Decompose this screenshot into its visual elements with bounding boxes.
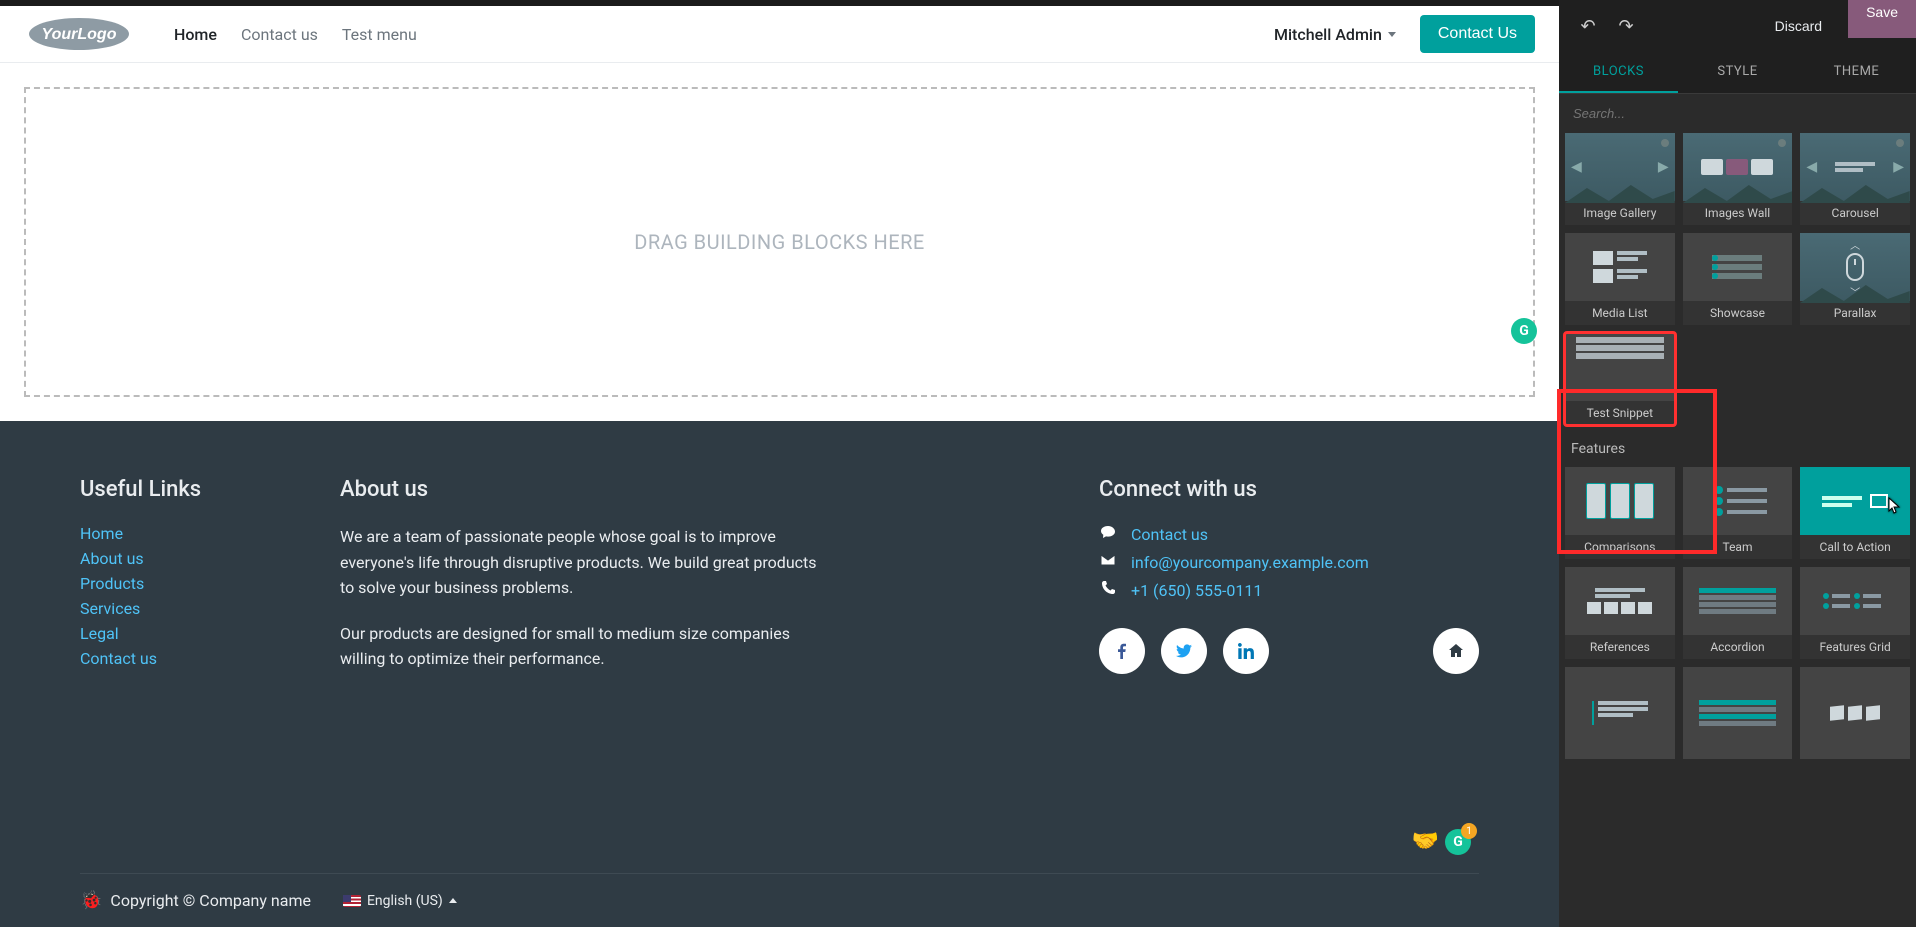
tab-theme[interactable]: THEME (1797, 52, 1916, 93)
connect-contact-link[interactable]: Contact us (1131, 525, 1208, 544)
footer-connect: Connect with us Contact us info@yourcomp… (1099, 477, 1479, 819)
dropzone-hint: DRAG BUILDING BLOCKS HERE (634, 230, 925, 254)
nav-contact-us[interactable]: Contact us (241, 25, 318, 44)
snippet-showcase[interactable]: Showcase (1683, 233, 1793, 325)
footer-link-legal[interactable]: Legal (80, 624, 119, 643)
snippet-search-input[interactable] (1569, 100, 1906, 127)
site-footer: Useful Links Home About us Products Serv… (0, 421, 1559, 927)
footer-link-products[interactable]: Products (80, 574, 144, 593)
panel-topbar: ↶ ↷ Discard Save (1559, 0, 1916, 52)
language-selector[interactable]: English (US) (343, 893, 457, 909)
nav-test-menu[interactable]: Test menu (342, 25, 417, 44)
snippet-carousel[interactable]: ◀▶ Carousel (1800, 133, 1910, 225)
undo-button[interactable]: ↶ (1573, 11, 1603, 41)
useful-links-title: Useful Links (80, 477, 280, 502)
snippet-team[interactable]: Team (1683, 467, 1793, 559)
bug-icon[interactable]: 🐞 (80, 890, 102, 911)
about-title: About us (340, 477, 820, 502)
snippet-row-partial-3[interactable] (1800, 667, 1910, 759)
about-paragraph-1: We are a team of passionate people whose… (340, 524, 820, 601)
snippet-row-partial-1[interactable] (1565, 667, 1675, 759)
website-editor-stage: YourLogo Home Contact us Test menu Mitch… (0, 0, 1559, 927)
snippet-label: Image Gallery (1565, 201, 1675, 225)
svg-text:YourLogo: YourLogo (42, 26, 117, 43)
user-menu[interactable]: Mitchell Admin (1274, 25, 1396, 44)
snippet-label: Media List (1565, 301, 1675, 325)
snippet-group-title-features: Features (1565, 425, 1910, 467)
flag-us-icon (343, 895, 361, 907)
snippet-images-wall[interactable]: Images Wall (1683, 133, 1793, 225)
snippet-label: Parallax (1800, 301, 1910, 325)
snippet-comparisons[interactable]: Comparisons (1565, 467, 1675, 559)
site-topnav: YourLogo Home Contact us Test menu Mitch… (0, 6, 1559, 63)
copyright-text: Copyright © Company name (110, 891, 311, 910)
snippet-label: Features Grid (1800, 635, 1910, 659)
snippet-row-partial-2[interactable] (1683, 667, 1793, 759)
editor-canvas[interactable]: DRAG BUILDING BLOCKS HERE G (0, 63, 1559, 421)
dropzone[interactable]: DRAG BUILDING BLOCKS HERE (24, 87, 1535, 397)
footer-about: About us We are a team of passionate peo… (340, 477, 820, 819)
twitter-icon[interactable] (1161, 628, 1207, 674)
snippet-accordion[interactable]: Accordion (1683, 567, 1793, 659)
snippet-label: References (1565, 635, 1675, 659)
snippet-label: Test Snippet (1565, 401, 1675, 425)
language-label: English (US) (367, 893, 443, 909)
snippet-references[interactable]: References (1565, 567, 1675, 659)
panel-tabs: BLOCKS STYLE THEME (1559, 52, 1916, 94)
connect-title: Connect with us (1099, 477, 1479, 502)
linkedin-icon[interactable] (1223, 628, 1269, 674)
tab-blocks[interactable]: BLOCKS (1559, 52, 1678, 93)
contact-us-button[interactable]: Contact Us (1420, 15, 1535, 53)
grammarly-counter[interactable]: G 1 (1445, 829, 1471, 855)
footer-link-home[interactable]: Home (80, 524, 123, 543)
tab-style[interactable]: STYLE (1678, 52, 1797, 93)
phone-icon (1099, 580, 1117, 600)
facebook-icon[interactable] (1099, 628, 1145, 674)
editor-side-panel: ↶ ↷ Discard Save BLOCKS STYLE THEME ◀▶ I… (1559, 0, 1916, 927)
grammarly-count-badge: 1 (1461, 823, 1477, 839)
footer-copyright-bar: 🐞 Copyright © Company name English (US) (80, 873, 1479, 927)
snippet-label: Team (1683, 535, 1793, 559)
connect-email-link[interactable]: info@yourcompany.example.com (1131, 553, 1369, 572)
user-name: Mitchell Admin (1274, 25, 1382, 44)
snippet-label: Carousel (1800, 201, 1910, 225)
speech-bubble-icon (1099, 524, 1117, 544)
snippet-label: Images Wall (1683, 201, 1793, 225)
connect-phone-link[interactable]: +1 (650) 555-0111 (1131, 581, 1262, 600)
snippet-image-gallery[interactable]: ◀▶ Image Gallery (1565, 133, 1675, 225)
footer-useful-links: Useful Links Home About us Products Serv… (80, 477, 280, 819)
nav-home[interactable]: Home (174, 25, 217, 44)
snippet-list[interactable]: ◀▶ Image Gallery Images Wall ◀▶ Carousel… (1559, 133, 1916, 927)
about-paragraph-2: Our products are designed for small to m… (340, 621, 820, 672)
snippet-call-to-action[interactable]: Call to Action (1800, 467, 1910, 559)
caret-down-icon (1388, 32, 1396, 37)
snippet-label: Call to Action (1800, 535, 1910, 559)
save-button[interactable]: Save (1848, 0, 1916, 38)
snippet-label: Showcase (1683, 301, 1793, 325)
footer-link-contact[interactable]: Contact us (80, 649, 157, 668)
discard-button[interactable]: Discard (1763, 10, 1834, 42)
home-icon[interactable] (1433, 628, 1479, 674)
handshake-icon[interactable]: 🤝 (1412, 829, 1439, 855)
site-logo[interactable]: YourLogo (24, 15, 134, 53)
snippet-label: Accordion (1683, 635, 1793, 659)
snippet-label: Comparisons (1565, 535, 1675, 559)
snippet-test-snippet[interactable]: Test Snippet (1565, 333, 1675, 425)
grammarly-icon[interactable]: G (1511, 318, 1537, 344)
snippet-features-grid[interactable]: Features Grid (1800, 567, 1910, 659)
redo-button[interactable]: ↷ (1611, 11, 1641, 41)
footer-link-about[interactable]: About us (80, 549, 144, 568)
snippet-parallax[interactable]: ︿﹀ Parallax (1800, 233, 1910, 325)
caret-up-icon (449, 898, 457, 903)
envelope-icon (1099, 552, 1117, 572)
footer-link-services[interactable]: Services (80, 599, 140, 618)
snippet-media-list[interactable]: Media List (1565, 233, 1675, 325)
